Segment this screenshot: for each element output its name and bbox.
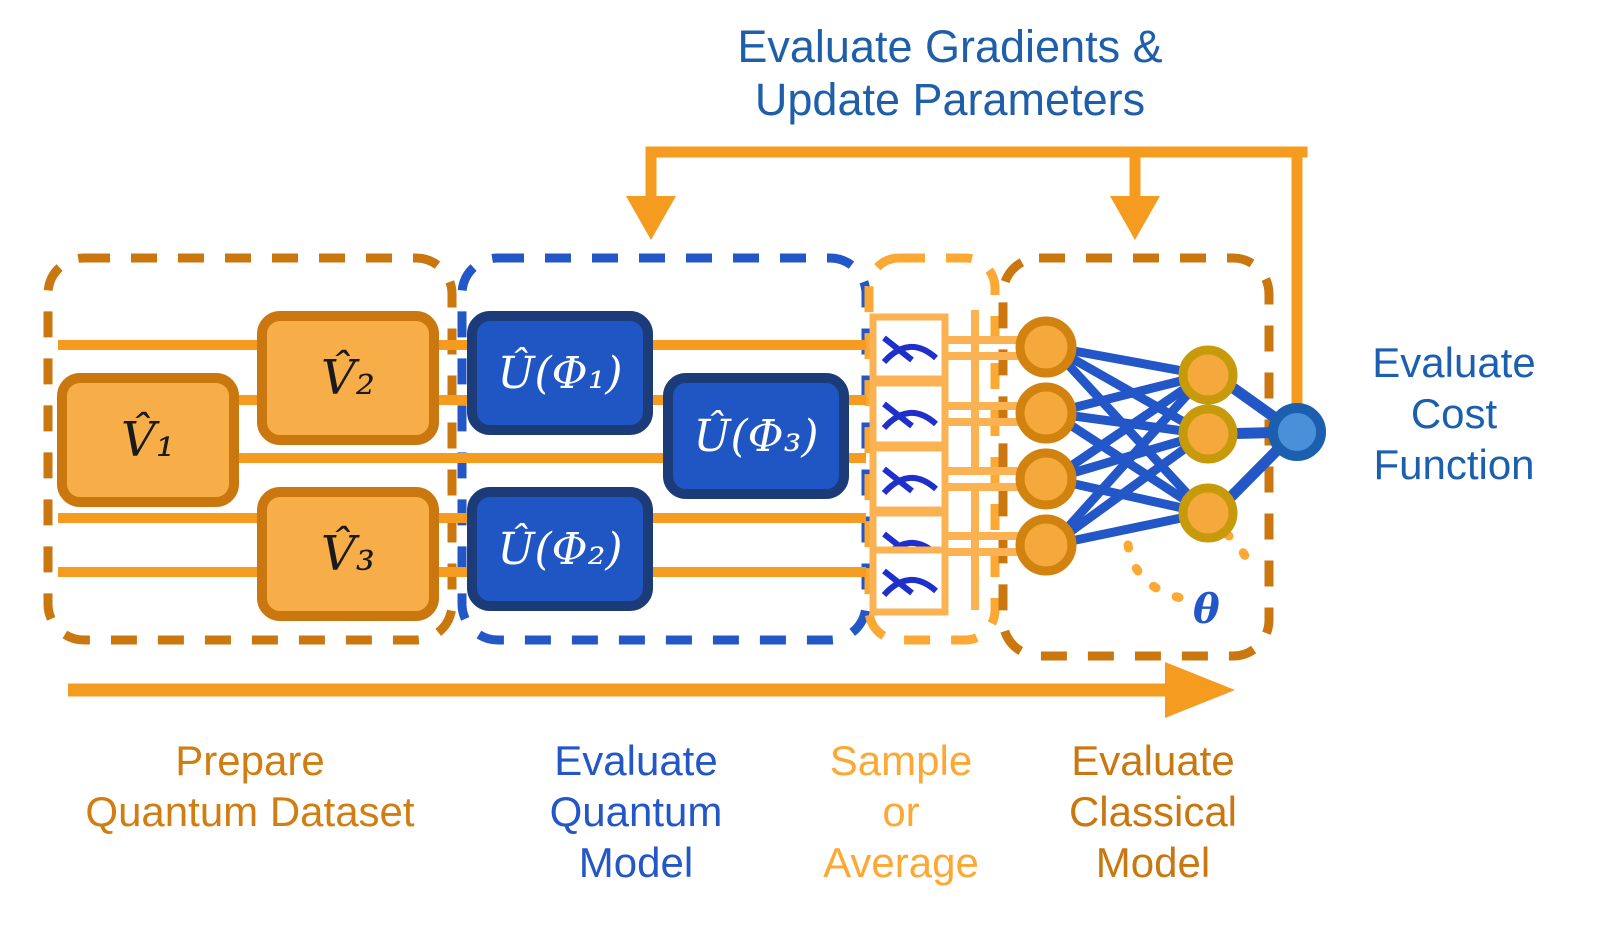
- diagram-canvas: Evaluate Gradients & Update Parameters V̂…: [0, 0, 1600, 952]
- stage-label-classical-model: Evaluate Classical Model: [1068, 737, 1238, 887]
- page-title: Evaluate Gradients & Update Parameters: [600, 20, 1300, 126]
- page-title-line1: Evaluate Gradients &: [737, 21, 1163, 72]
- hidden-node: [1178, 345, 1238, 405]
- stage-label-sample: Sample or Average: [823, 737, 979, 887]
- output-node[interactable]: [1268, 403, 1326, 461]
- measurement-box: [869, 313, 949, 383]
- feedback-arrow-quantum: [626, 196, 676, 240]
- input-node: [1015, 316, 1077, 378]
- gate-u1[interactable]: [467, 311, 653, 435]
- stage-label-prepare: Prepare Quantum Dataset: [85, 737, 415, 836]
- hidden-node: [1178, 483, 1238, 543]
- gate-v1[interactable]: [57, 373, 239, 507]
- network-input-nodes[interactable]: [1015, 316, 1077, 576]
- gate-v3[interactable]: [257, 487, 439, 621]
- measurement-box: [869, 546, 949, 616]
- stage-label-quantum-model: Evaluate Quantum Model: [549, 737, 723, 887]
- feedback-arrow-classical: [1110, 196, 1160, 240]
- parameter-theta-label: θ: [1193, 586, 1220, 633]
- measurement-box: [869, 444, 949, 514]
- input-node: [1015, 514, 1077, 576]
- page-title-line2: Update Parameters: [754, 74, 1146, 126]
- gate-v2[interactable]: [257, 311, 439, 445]
- network-hidden-nodes[interactable]: [1178, 345, 1238, 543]
- gate-u3[interactable]: [663, 373, 849, 499]
- progress-arrow-right: [68, 662, 1235, 718]
- input-node: [1015, 448, 1077, 510]
- evaluate-cost-function-label: Evaluate Cost Function: [1372, 339, 1536, 489]
- measurement-boxes[interactable]: [869, 313, 949, 616]
- hidden-node: [1178, 404, 1238, 464]
- gate-u2[interactable]: [467, 487, 653, 611]
- measurement-box: [869, 379, 949, 449]
- parameter-region-dots: [1123, 540, 1195, 605]
- input-node: [1015, 382, 1077, 444]
